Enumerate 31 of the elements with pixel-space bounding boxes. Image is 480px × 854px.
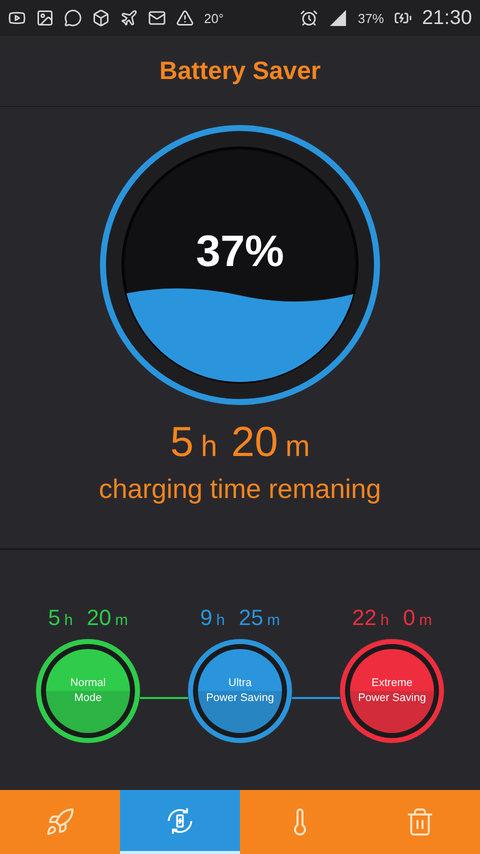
mode-button[interactable]: Normal Mode [36,639,140,743]
mode-time: 20 m [86,605,128,631]
app-title: Battery Saver [159,56,321,86]
remaining-time: 20 m [231,418,310,466]
mode-time: 9 h [200,605,225,631]
clock: 21:30 [422,6,472,30]
mode-button[interactable]: Ultra Power Saving [188,639,292,743]
battery-percent: 37% [196,227,284,277]
plane-icon [120,9,138,27]
mode-time: 5 h [48,605,73,631]
mode-time: 22 h [352,605,389,631]
mail-icon [148,9,166,27]
video-icon [8,9,26,27]
chat-icon [64,9,82,27]
rocket-icon [45,807,75,837]
mode-button[interactable]: Extreme Power Saving [340,639,444,743]
cube-icon [92,9,110,27]
remaining-label: charging time remaning [98,474,382,505]
image-icon [36,9,54,27]
trash-icon [405,807,435,837]
alarm-icon [300,9,318,27]
battery-level: 37% [358,10,384,26]
remaining-time: 5 h [170,418,218,466]
mode-time: 0 m [402,605,432,631]
signal-icon [328,9,348,27]
nav-tab[interactable] [120,790,240,854]
mode-time: 25 m [238,605,280,631]
warning-icon [176,9,194,27]
temperature: 20° [204,10,224,26]
nav-tab[interactable] [0,790,120,854]
nav-tab[interactable] [360,790,480,854]
